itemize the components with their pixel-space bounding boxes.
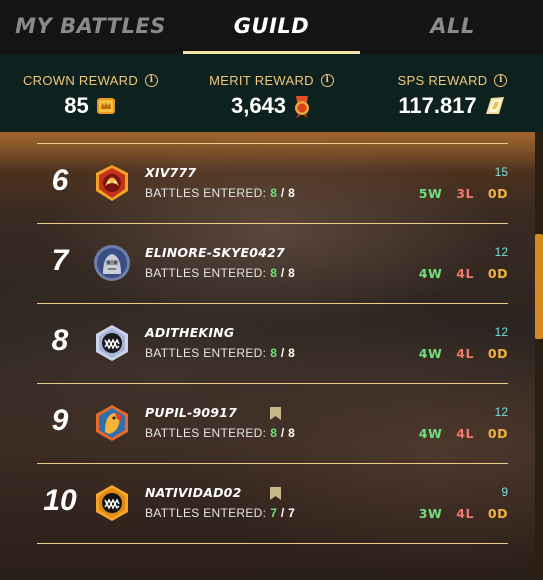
wins: 4W bbox=[418, 426, 443, 441]
leaderboard-row[interactable]: 9 PUPIL-90917 BATTLES ENTERED: 8 / 8 12 4… bbox=[37, 384, 508, 464]
draws: 0D bbox=[487, 346, 508, 361]
player-name[interactable]: XIV777 bbox=[145, 165, 196, 180]
losses: 3L bbox=[456, 186, 474, 201]
crown-token-icon bbox=[96, 98, 115, 114]
win-loss-draw: 3W 4L 0D bbox=[419, 506, 508, 521]
tab-guild[interactable]: GUILD bbox=[181, 0, 362, 54]
crown-reward-value-row: 85 bbox=[64, 93, 116, 119]
monster-mouth-avatar-icon bbox=[96, 325, 128, 361]
tab-all[interactable]: ALL bbox=[362, 0, 543, 54]
battle-tabs: MY BATTLES GUILD ALL bbox=[0, 0, 543, 54]
rank-number: 10 bbox=[43, 484, 77, 517]
battles-entered-label: BATTLES ENTERED: bbox=[145, 186, 267, 200]
battles-entered: BATTLES ENTERED: 8 / 8 bbox=[145, 426, 296, 440]
crown-reward-label: CROWN REWARD bbox=[22, 73, 139, 88]
player-name[interactable]: ADITHEKING bbox=[145, 325, 234, 340]
losses: 4L bbox=[456, 266, 474, 281]
scrollbar-thumb[interactable] bbox=[535, 234, 543, 339]
sps-token-icon bbox=[485, 97, 504, 114]
rewards-bar: CROWN REWARD i 85 MERIT REWARD i 3,643 S… bbox=[0, 54, 543, 132]
player-score: 9 bbox=[501, 485, 508, 499]
sps-reward-value: 117.817 bbox=[398, 93, 477, 118]
crown-reward: CROWN REWARD i 85 bbox=[0, 54, 181, 132]
win-loss-draw: 4W 4L 0D bbox=[419, 426, 508, 441]
player-score: 12 bbox=[494, 325, 508, 339]
merit-reward-value-row: 3,643 bbox=[231, 93, 312, 119]
bookmark-icon[interactable] bbox=[270, 487, 281, 500]
battles-total-count: 8 bbox=[288, 426, 296, 440]
wins: 4W bbox=[418, 346, 443, 361]
merit-reward-value: 3,643 bbox=[230, 93, 287, 118]
player-score: 12 bbox=[494, 245, 508, 259]
bookmark-icon[interactable] bbox=[270, 407, 281, 420]
player-score: 15 bbox=[494, 165, 508, 179]
merit-icon bbox=[295, 96, 310, 118]
info-icon[interactable]: i bbox=[494, 74, 508, 87]
leaderboard-row[interactable]: 8 ADITHEKING BATTLES ENTERED: 8 / 8 12 4W… bbox=[37, 304, 508, 384]
win-loss-draw: 4W 4L 0D bbox=[419, 346, 508, 361]
battles-entered-label: BATTLES ENTERED: bbox=[145, 506, 267, 520]
losses: 4L bbox=[456, 426, 474, 441]
sps-reward-label: SPS REWARD bbox=[397, 73, 488, 88]
stone-golem-avatar-icon bbox=[94, 245, 130, 281]
player-name[interactable]: PUPIL-90917 bbox=[145, 405, 237, 420]
battles-total-count: 8 bbox=[288, 186, 296, 200]
crown-reward-value: 85 bbox=[64, 93, 89, 118]
merit-reward-label: MERIT REWARD bbox=[209, 73, 314, 88]
sps-reward-value-row: 117.817 bbox=[398, 93, 506, 119]
fire-avatar-icon bbox=[96, 165, 128, 201]
losses: 4L bbox=[456, 506, 474, 521]
wins: 5W bbox=[418, 186, 443, 201]
rank-number: 9 bbox=[51, 404, 69, 437]
losses: 4L bbox=[456, 346, 474, 361]
merit-reward-label-row: MERIT REWARD i bbox=[209, 73, 334, 88]
battles-entered-label: BATTLES ENTERED: bbox=[145, 266, 267, 280]
leaderboard-row[interactable]: 6 XIV777 BATTLES ENTERED: 8 / 8 15 5W 3L … bbox=[37, 144, 508, 224]
scrollbar-track[interactable] bbox=[535, 132, 543, 580]
rank-number: 8 bbox=[51, 324, 69, 357]
info-icon[interactable]: i bbox=[320, 74, 334, 87]
wins: 4W bbox=[418, 266, 443, 281]
info-icon[interactable]: i bbox=[145, 74, 159, 87]
battles-entered: BATTLES ENTERED: 7 / 7 bbox=[145, 506, 296, 520]
battles-entered: BATTLES ENTERED: 8 / 8 bbox=[145, 346, 296, 360]
battles-total-count: 8 bbox=[288, 346, 296, 360]
rank-number: 6 bbox=[51, 164, 69, 197]
tab-my-battles[interactable]: MY BATTLES bbox=[0, 0, 181, 54]
battles-entered: BATTLES ENTERED: 8 / 8 bbox=[145, 186, 296, 200]
battles-entered-label: BATTLES ENTERED: bbox=[145, 426, 267, 440]
sps-reward: SPS REWARD i 117.817 bbox=[362, 54, 543, 132]
draws: 0D bbox=[487, 186, 508, 201]
battles-total-count: 8 bbox=[288, 266, 296, 280]
sps-reward-label-row: SPS REWARD i bbox=[398, 73, 508, 88]
draws: 0D bbox=[487, 426, 508, 441]
player-name[interactable]: NATIVIDAD02 bbox=[145, 485, 241, 500]
rank-number: 7 bbox=[51, 244, 69, 277]
player-score: 12 bbox=[494, 405, 508, 419]
wins: 3W bbox=[418, 506, 443, 521]
battles-total-count: 7 bbox=[288, 506, 296, 520]
win-loss-draw: 4W 4L 0D bbox=[419, 266, 508, 281]
crown-reward-label-row: CROWN REWARD i bbox=[22, 73, 159, 88]
parrot-avatar-icon bbox=[96, 405, 128, 441]
leaderboard-row[interactable]: 7 ELINORE-SKYE0427 BATTLES ENTERED: 8 / 8… bbox=[37, 224, 508, 304]
leaderboard-row[interactable]: 10 NATIVIDAD02 BATTLES ENTERED: 7 / 7 9 3… bbox=[37, 464, 508, 544]
battles-entered: BATTLES ENTERED: 8 / 8 bbox=[145, 266, 296, 280]
player-name[interactable]: ELINORE-SKYE0427 bbox=[145, 245, 285, 260]
battles-entered-label: BATTLES ENTERED: bbox=[145, 346, 267, 360]
merit-reward: MERIT REWARD i 3,643 bbox=[181, 54, 362, 132]
win-loss-draw: 5W 3L 0D bbox=[419, 186, 508, 201]
draws: 0D bbox=[487, 266, 508, 281]
gold-monster-avatar-icon bbox=[96, 485, 128, 521]
draws: 0D bbox=[487, 506, 508, 521]
